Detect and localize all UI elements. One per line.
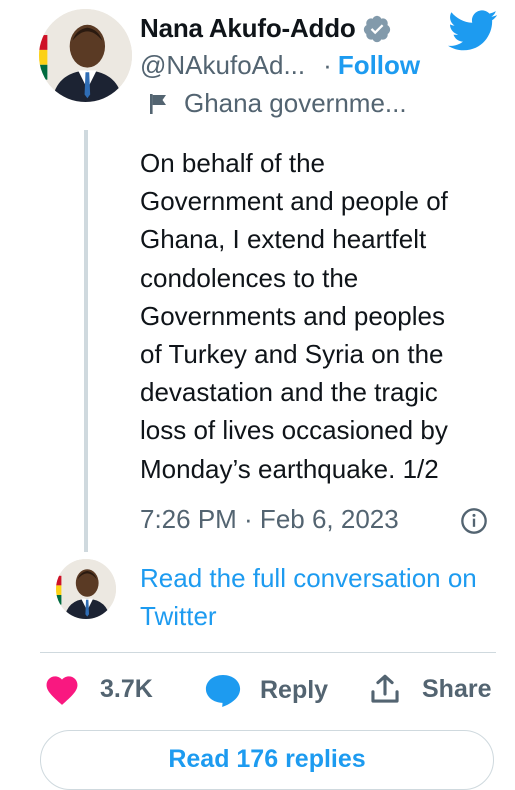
info-icon[interactable] xyxy=(460,507,488,535)
account-label[interactable]: Ghana governme... xyxy=(184,88,407,119)
follow-button[interactable]: Follow xyxy=(338,50,420,81)
thread-line xyxy=(84,130,88,552)
author-avatar[interactable] xyxy=(39,9,132,102)
twitter-logo-icon[interactable] xyxy=(448,10,498,52)
tweet-timestamp[interactable]: 7:26 PM · Feb 6, 2023 xyxy=(140,504,399,535)
verified-badge-icon xyxy=(363,15,390,42)
like-count: 3.7K xyxy=(100,674,153,703)
like-button[interactable]: 3.7K xyxy=(44,672,153,706)
share-button[interactable]: Share xyxy=(368,672,491,706)
divider xyxy=(40,652,496,653)
heart-icon xyxy=(46,676,78,705)
tweet-text: On behalf of the Government and people o… xyxy=(140,148,448,484)
share-label: Share xyxy=(422,674,492,703)
share-icon xyxy=(371,674,399,703)
action-bar: 3.7K Reply Share xyxy=(0,672,515,712)
read-full-conversation-link[interactable]: Read the full conversation on Twitter xyxy=(140,559,480,635)
conversation-avatar xyxy=(56,559,116,619)
reply-button[interactable]: Reply xyxy=(204,672,328,708)
read-replies-button[interactable]: Read 176 replies xyxy=(40,730,494,790)
author-handle[interactable]: @NAkufoAd... xyxy=(140,50,305,81)
reply-label: Reply xyxy=(260,675,329,704)
flag-icon xyxy=(150,93,166,114)
reply-bubble-icon xyxy=(205,674,241,707)
author-name[interactable]: Nana Akufo-Addo xyxy=(140,13,356,44)
separator-dot: · xyxy=(323,50,332,80)
